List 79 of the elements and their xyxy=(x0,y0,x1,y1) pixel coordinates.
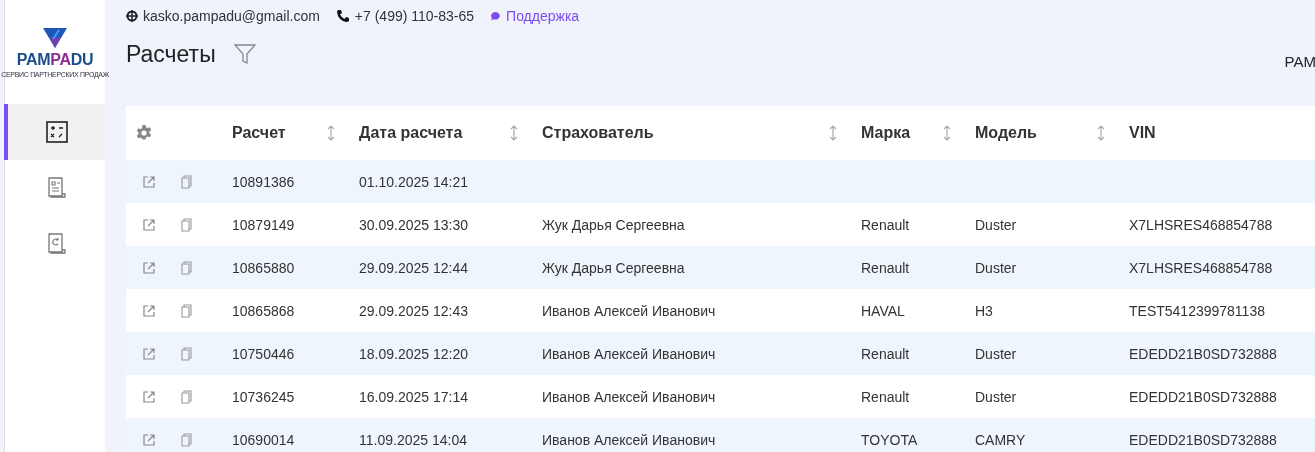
table-cell: 30.09.2025 13:30 xyxy=(359,216,468,233)
copy-icon[interactable] xyxy=(181,303,192,318)
document-icon xyxy=(46,177,67,199)
table-cell: TEST5412399781138 xyxy=(1129,302,1265,319)
open-external-icon[interactable] xyxy=(143,347,155,360)
table-cell: 10690014 xyxy=(232,431,295,448)
table-cell: TOYOTA xyxy=(861,431,918,448)
open-external-icon[interactable] xyxy=(143,390,155,403)
table-cell: Renault xyxy=(861,388,910,405)
copy-icon[interactable] xyxy=(181,389,192,404)
table-cell: Жук Дарья Сергеевна xyxy=(542,259,685,276)
column-header[interactable]: Расчет xyxy=(232,124,286,142)
sort-icon[interactable] xyxy=(943,125,951,141)
table-cell: 10879149 xyxy=(232,216,295,233)
column-header[interactable]: Марка xyxy=(861,124,911,142)
logo-icon xyxy=(42,26,68,49)
table-cell: X7LHSRES468854788 xyxy=(1129,259,1273,276)
table-cell: X7LHSRES468854788 xyxy=(1129,216,1273,233)
table-cell: CAMRY xyxy=(975,431,1026,448)
sort-icon[interactable] xyxy=(510,125,518,141)
table-cell: 29.09.2025 12:44 xyxy=(359,259,468,276)
email-text: kasko.pampadu@gmail.com xyxy=(143,8,320,24)
open-external-icon[interactable] xyxy=(143,261,155,274)
column-header[interactable]: Модель xyxy=(975,124,1037,142)
table-cell: Renault xyxy=(861,345,910,362)
table-cell: Duster xyxy=(975,345,1017,362)
table-cell: Renault xyxy=(861,216,910,233)
page-title: Расчеты xyxy=(126,40,216,68)
table-cell: 18.09.2025 12:20 xyxy=(359,345,468,362)
user-text: PAM xyxy=(1284,51,1315,70)
calculator-icon xyxy=(45,121,68,143)
table-cell: 10891386 xyxy=(232,173,295,190)
document-refresh-icon xyxy=(46,233,67,255)
copy-icon[interactable] xyxy=(181,432,192,447)
table-cell: Иванов Алексей Иванович xyxy=(542,431,716,448)
sort-icon[interactable] xyxy=(327,125,335,141)
table-cell: Duster xyxy=(975,388,1017,405)
table-cell: 29.09.2025 12:43 xyxy=(359,302,468,319)
table-cell: EDEDD21B0SD732888 xyxy=(1129,388,1277,405)
table-cell: 10750446 xyxy=(232,345,295,362)
table-cell: Жук Дарья Сергеевна xyxy=(542,216,685,233)
table-cell: EDEDD21B0SD732888 xyxy=(1129,431,1277,448)
copy-icon[interactable] xyxy=(181,346,192,361)
filter-icon[interactable] xyxy=(233,43,256,65)
column-header[interactable]: Страхователь xyxy=(542,124,654,142)
table-cell: 11.09.2025 14:04 xyxy=(359,431,467,448)
table-cell: 10736245 xyxy=(232,388,295,405)
copy-icon[interactable] xyxy=(181,260,192,275)
copy-icon[interactable] xyxy=(181,174,192,189)
table-cell: Иванов Алексей Иванович xyxy=(542,388,716,405)
table-cell: Renault xyxy=(861,259,910,276)
phone-text: +7 (499) 110-83-65 xyxy=(354,8,475,24)
table-cell: 01.10.2025 14:21 xyxy=(359,173,468,190)
open-external-icon[interactable] xyxy=(143,433,155,446)
phone-icon xyxy=(335,9,350,23)
sort-icon[interactable] xyxy=(829,125,837,141)
column-header[interactable]: Дата расчета xyxy=(359,124,463,142)
table-cell: 10865880 xyxy=(232,259,295,276)
copy-icon[interactable] xyxy=(181,217,192,232)
sidebar-item[interactable] xyxy=(4,104,105,160)
table-cell: 10865868 xyxy=(232,302,295,319)
sort-icon[interactable] xyxy=(1097,125,1105,141)
support-link[interactable]: Поддержка xyxy=(506,8,580,24)
chat-icon xyxy=(490,11,502,21)
table-cell: Duster xyxy=(975,216,1017,233)
table-cell: Иванов Алексей Иванович xyxy=(542,345,716,362)
table-cell: HAVAL xyxy=(861,302,905,319)
table-cell: 16.09.2025 17:14 xyxy=(359,388,468,405)
table-cell: Иванов Алексей Иванович xyxy=(542,302,716,319)
open-external-icon[interactable] xyxy=(143,218,155,231)
settings-icon[interactable] xyxy=(135,124,153,142)
table-cell: EDEDD21B0SD732888 xyxy=(1129,345,1277,362)
open-external-icon[interactable] xyxy=(143,304,155,317)
table-cell: Duster xyxy=(975,259,1017,276)
column-header[interactable]: VIN xyxy=(1129,124,1156,142)
logo-text: PAMPADU xyxy=(16,50,94,69)
table-cell: H3 xyxy=(975,302,993,319)
support-ring-icon xyxy=(126,10,138,22)
open-external-icon[interactable] xyxy=(143,175,155,188)
